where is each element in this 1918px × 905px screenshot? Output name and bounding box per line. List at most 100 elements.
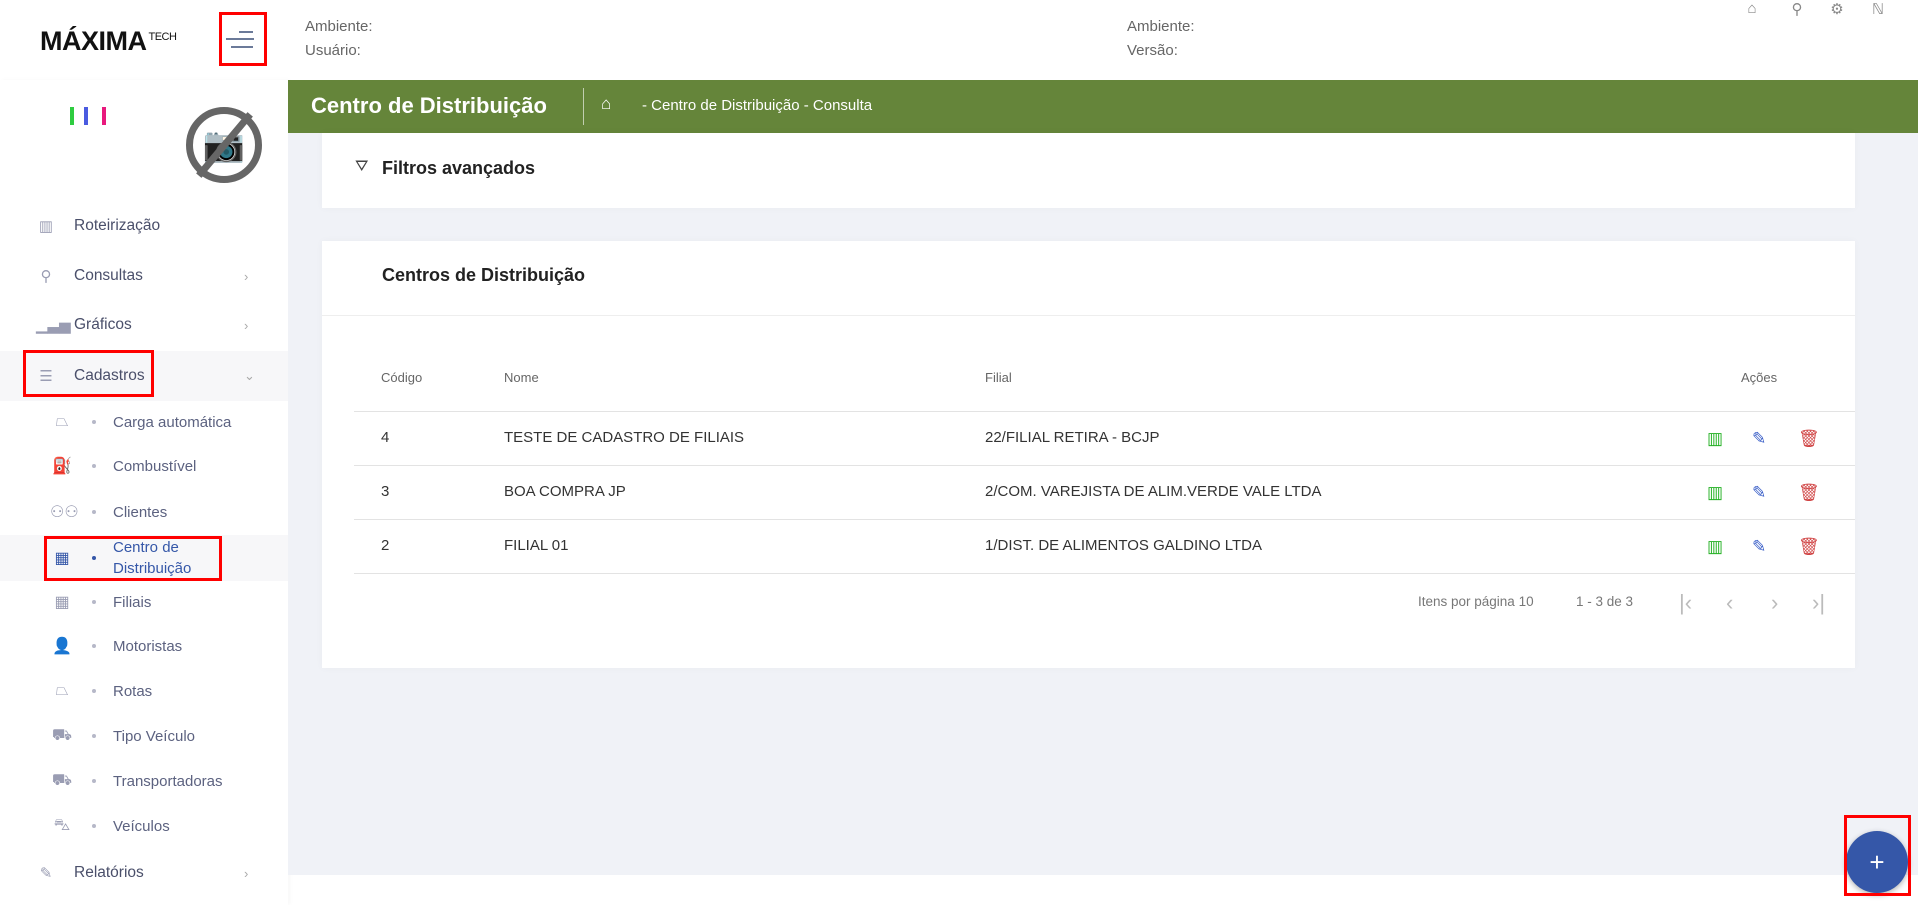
bullet xyxy=(92,689,96,693)
divider xyxy=(354,573,1855,574)
truck-icon: ⛟ xyxy=(51,772,73,789)
cell-name: FILIAL 01 xyxy=(504,537,569,554)
sidebar-subitem-motoristas[interactable]: 👤 Motoristas xyxy=(0,626,288,666)
cell-branch: 1/DIST. DE ALIMENTOS GALDINO LTDA xyxy=(985,537,1263,554)
version-label: Versão: xyxy=(1127,42,1178,59)
sidebar-subitem-veiculos[interactable]: ⛍ Veículos xyxy=(0,806,288,846)
last-page-icon[interactable]: ›| xyxy=(1812,590,1825,616)
map-icon[interactable]: ▥ xyxy=(1707,429,1723,449)
sliders-icon: ☰ xyxy=(39,368,53,385)
gear-icon[interactable]: ⚙ xyxy=(1827,0,1847,18)
sidebar-item-cadastros[interactable]: ☰ Cadastros ⌄ xyxy=(0,351,288,401)
map-icon: ▥ xyxy=(38,218,54,235)
trash-icon[interactable]: 🗑 xyxy=(1798,483,1820,503)
users-icon: ⚇⚇ xyxy=(50,504,79,521)
user-label: Usuário: xyxy=(305,42,361,59)
map-icon[interactable]: ▥ xyxy=(1707,483,1723,503)
bar xyxy=(70,107,74,125)
cell-code: 2 xyxy=(381,537,390,554)
sidebar-item-roteirizacao[interactable]: ▥ Roteirização xyxy=(0,206,288,246)
cell-name: TESTE DE CADASTRO DE FILIAIS xyxy=(504,429,745,446)
filters-label: Filtros avançados xyxy=(382,158,536,178)
bullet xyxy=(92,556,96,560)
edit-icon[interactable]: ✎ xyxy=(1752,429,1766,449)
table-row: 3 BOA COMPRA JP 2/COM. VAREJISTA DE ALIM… xyxy=(354,465,1855,519)
search-icon: ⚲ xyxy=(40,268,52,285)
column-header-nome[interactable]: Nome xyxy=(504,370,539,385)
map-icon[interactable]: ▥ xyxy=(1707,537,1723,557)
divider xyxy=(583,88,584,125)
chevron-right-icon: › xyxy=(244,268,249,284)
environment-label-right: Ambiente: xyxy=(1127,18,1195,35)
cell-branch: 22/FILIAL RETIRA - BCJP xyxy=(985,429,1160,446)
edit-icon: ✎ xyxy=(39,865,53,882)
bullet xyxy=(92,734,96,738)
bar xyxy=(84,107,88,125)
sidebar-subitem-tipo-veiculo[interactable]: ⛟ Tipo Veículo xyxy=(0,716,288,756)
cell-name: BOA COMPRA JP xyxy=(504,483,626,500)
road-icon: ⏢ xyxy=(55,682,69,699)
building-icon: ▦ xyxy=(54,594,70,611)
sidebar-item-graficos[interactable]: ▁▃▅ Gráficos › xyxy=(0,305,288,345)
top-header: MÁXIMA TECH Ambiente: Usuário: Ambiente: … xyxy=(0,0,1918,80)
divider xyxy=(322,315,1855,316)
maxima-logo: MÁXIMA TECH xyxy=(40,26,177,56)
bullet xyxy=(92,779,96,783)
sidebar-item-consultas[interactable]: ⚲ Consultas › xyxy=(0,256,288,296)
cell-code: 4 xyxy=(381,429,390,446)
sidebar-subitem-clientes[interactable]: ⚇⚇ Clientes xyxy=(0,492,288,532)
column-header-filial[interactable]: Filial xyxy=(985,370,1012,385)
sidebar-subitem-filiais[interactable]: ▦ Filiais xyxy=(0,582,288,622)
add-button[interactable]: + xyxy=(1846,831,1908,893)
sidebar-subitem-combustivel[interactable]: ⛽ Combustível xyxy=(0,446,288,486)
breadcrumb: - Centro de Distribuição - Consulta xyxy=(642,97,873,114)
info-icon[interactable]: ℕ xyxy=(1868,0,1888,18)
trash-icon[interactable]: 🗑 xyxy=(1798,537,1820,557)
table-title: Centros de Distribuição xyxy=(382,265,586,285)
items-per-page-select[interactable]: 10 xyxy=(1519,594,1534,609)
trash-icon[interactable]: 🗑 xyxy=(1798,429,1820,449)
bullet xyxy=(92,600,96,604)
advanced-filters-panel[interactable]: ⛛ Filtros avançados xyxy=(322,133,1855,208)
page-range: 1 - 3 de 3 xyxy=(1576,594,1634,609)
sidebar-subitem-centro-distribuicao[interactable]: ▦ Centro de Distribuição xyxy=(0,535,288,581)
next-page-icon[interactable]: › xyxy=(1771,590,1778,616)
home-icon[interactable]: ⌂ xyxy=(1742,0,1762,17)
table-row: 2 FILIAL 01 1/DIST. DE ALIMENTOS GALDINO… xyxy=(354,519,1855,573)
truck-outline-icon: ⛟ xyxy=(51,727,73,744)
menu-toggle-button[interactable] xyxy=(219,12,267,66)
bullet xyxy=(92,420,96,424)
bar xyxy=(102,107,106,125)
items-per-page-label: Itens por página 10 xyxy=(1418,594,1534,609)
environment-label: Ambiente: xyxy=(305,18,373,35)
bullet xyxy=(92,464,96,468)
chevron-down-icon: ⌄ xyxy=(244,368,255,383)
cell-branch: 2/COM. VAREJISTA DE ALIM.VERDE VALE LTDA xyxy=(985,483,1322,500)
bullet xyxy=(92,510,96,514)
chevron-right-icon: › xyxy=(244,865,249,881)
sidebar-subitem-transportadoras[interactable]: ⛟ Transportadoras xyxy=(0,761,288,801)
sidebar-subitem-rotas[interactable]: ⏢ Rotas xyxy=(0,671,288,711)
wrench-icon[interactable]: ⚲ xyxy=(1787,0,1807,18)
bullet xyxy=(92,824,96,828)
hamburger-line xyxy=(239,31,253,33)
filter-icon: ⛛ xyxy=(355,158,369,175)
home-icon[interactable]: ⌂ xyxy=(601,94,611,114)
column-header-acoes: Ações xyxy=(1741,370,1778,385)
building-icon: ▦ xyxy=(54,550,70,567)
sidebar-item-relatorios[interactable]: ✎ Relatórios › xyxy=(0,853,288,893)
bullet xyxy=(92,644,96,648)
no-photo-avatar-icon: 📷 xyxy=(186,107,262,183)
previous-page-icon[interactable]: ‹ xyxy=(1726,590,1733,616)
hamburger-line xyxy=(231,46,253,48)
chevron-right-icon: › xyxy=(244,317,249,333)
edit-icon[interactable]: ✎ xyxy=(1752,483,1766,503)
table-row: 4 TESTE DE CADASTRO DE FILIAIS 22/FILIAL… xyxy=(354,411,1855,465)
column-header-codigo[interactable]: Código xyxy=(381,370,422,385)
bar-chart-icon: ▁▃▅ xyxy=(36,317,71,334)
road-icon: ⏢ xyxy=(55,413,69,430)
edit-icon[interactable]: ✎ xyxy=(1752,537,1766,557)
first-page-icon[interactable]: |‹ xyxy=(1679,590,1692,616)
sidebar-subitem-carga-automatica[interactable]: ⏢ Carga automática xyxy=(0,402,288,442)
hamburger-line xyxy=(226,38,254,40)
